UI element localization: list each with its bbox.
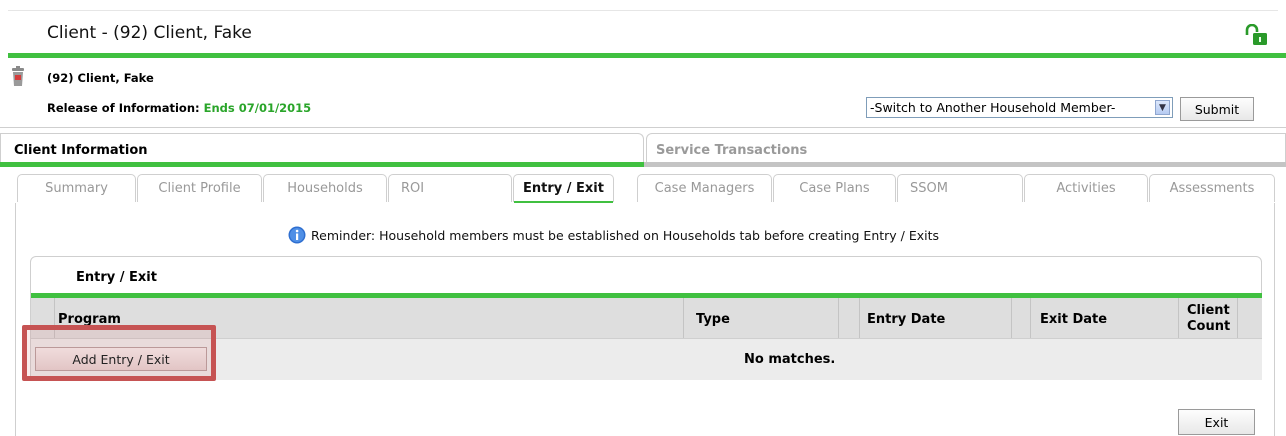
switch-member-selected: -Switch to Another Household Member- (870, 100, 1116, 115)
roi-label: Release of Information: (47, 101, 200, 115)
reminder-message: Reminder: Household members must be esta… (288, 226, 939, 244)
subtab-entry-exit[interactable]: Entry / Exit (513, 174, 614, 202)
header-green-bar (8, 53, 1286, 58)
subtab-roi[interactable]: ROI (388, 174, 512, 202)
subtab-activities[interactable]: Activities (1024, 174, 1148, 202)
column-separator (838, 298, 839, 338)
inactive-tab-bar (644, 162, 1286, 167)
column-header-type[interactable]: Type (696, 312, 730, 327)
active-tab-bar (0, 162, 644, 167)
column-header-entry-date[interactable]: Entry Date (867, 312, 945, 327)
tab-client-information[interactable]: Client Information (0, 133, 644, 162)
submit-button[interactable]: Submit (1180, 97, 1254, 121)
subtab-client-profile[interactable]: Client Profile (137, 174, 262, 202)
column-separator (859, 298, 860, 338)
entry-exit-heading: Entry / Exit (76, 270, 157, 285)
subtab-summary[interactable]: Summary (17, 174, 136, 202)
info-icon (288, 226, 306, 244)
column-separator (1178, 298, 1179, 338)
tab-service-transactions[interactable]: Service Transactions (646, 133, 1286, 162)
lock-open-icon[interactable] (1243, 23, 1269, 46)
switch-household-member-select[interactable]: -Switch to Another Household Member- ▼ (866, 97, 1173, 118)
roi-value: Ends 07/01/2015 (203, 101, 312, 115)
subtab-households[interactable]: Households (263, 174, 387, 202)
column-separator (683, 298, 684, 338)
subtab-case-plans[interactable]: Case Plans (773, 174, 896, 202)
exit-button[interactable]: Exit (1178, 409, 1255, 435)
release-of-information: Release of Information: Ends 07/01/2015 (47, 101, 311, 115)
subtab-assessments[interactable]: Assessments (1149, 174, 1275, 202)
subtab-case-managers[interactable]: Case Managers (637, 174, 772, 202)
client-count-line1: Client (1187, 303, 1230, 318)
subtab-ssom[interactable]: SSOM (897, 174, 1023, 202)
column-header-exit-date[interactable]: Exit Date (1040, 312, 1107, 327)
column-separator (1030, 298, 1031, 338)
column-separator (1237, 298, 1238, 338)
reminder-text: Reminder: Household members must be esta… (311, 227, 940, 243)
empty-message: No matches. (744, 352, 836, 367)
client-count-line2: Count (1187, 319, 1231, 334)
dropdown-arrow-icon[interactable]: ▼ (1155, 100, 1170, 115)
column-separator (1011, 298, 1012, 338)
trash-can-icon[interactable] (10, 66, 26, 88)
page-title: Client - (92) Client, Fake (47, 23, 252, 43)
divider (0, 127, 1286, 128)
client-name: (92) Client, Fake (47, 71, 154, 85)
column-header-client-count[interactable]: Client Count (1187, 303, 1230, 335)
add-entry-exit-button[interactable]: Add Entry / Exit (35, 347, 207, 371)
header-top-border (8, 10, 1278, 11)
